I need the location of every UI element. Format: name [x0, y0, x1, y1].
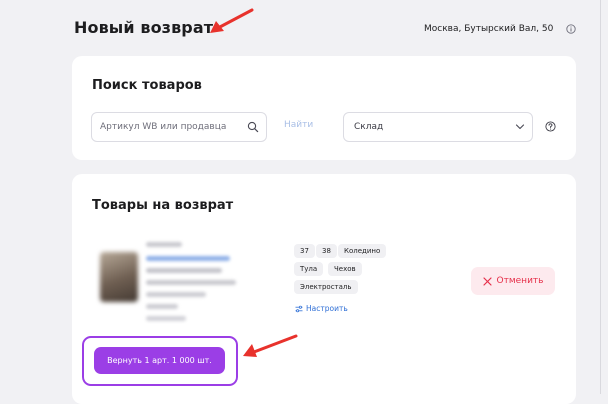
annotation-arrow-icon [243, 334, 298, 357]
blurred-text [146, 304, 178, 309]
tag-chip: 37 [294, 244, 315, 258]
search-icon[interactable] [247, 121, 259, 133]
cancel-button[interactable]: Отменить [471, 267, 555, 295]
blurred-text [146, 316, 186, 321]
goods-card-title: Товары на возврат [92, 198, 234, 213]
tag-chip: Коледино [338, 244, 387, 258]
blurred-text [146, 256, 230, 261]
page-title: Новый возврат [74, 18, 214, 37]
find-button[interactable]: Найти [284, 120, 313, 130]
blurred-text [146, 268, 222, 273]
blurred-text [146, 242, 182, 247]
sliders-icon [295, 305, 303, 312]
warehouse-select-value: Склад [354, 122, 384, 132]
annotation-arrow-icon [210, 8, 254, 33]
configure-link[interactable]: Настроить [295, 304, 348, 313]
article-search-input[interactable] [100, 113, 240, 141]
chevron-down-icon [515, 124, 525, 130]
info-icon[interactable] [566, 24, 576, 34]
page-header: Новый возврат Москва, Бутырский Вал, 50 [0, 0, 608, 60]
tag-chip: 38 [316, 244, 337, 258]
warehouse-select[interactable]: Склад [343, 112, 533, 142]
blurred-text [146, 292, 206, 297]
question-circle-icon[interactable] [545, 121, 556, 132]
product-search-card: Поиск товаров Найти Склад [72, 56, 576, 160]
location-label[interactable]: Москва, Бутырский Вал, 50 [424, 24, 553, 34]
return-items-button[interactable]: Вернуть 1 арт. 1 000 шт. [94, 347, 225, 374]
product-thumbnail [100, 252, 138, 302]
viewport-edge [600, 0, 601, 394]
blurred-text [146, 280, 236, 285]
tag-chip: Электросталь [294, 280, 358, 294]
close-icon [482, 276, 492, 286]
tag-chip: Чехов [328, 262, 362, 276]
cancel-label: Отменить [496, 276, 544, 286]
article-search-field[interactable] [91, 112, 267, 142]
search-card-title: Поиск товаров [92, 78, 202, 93]
configure-label: Настроить [306, 304, 348, 313]
tag-chip: Тула [294, 262, 324, 276]
blurred-product-info [92, 234, 272, 324]
